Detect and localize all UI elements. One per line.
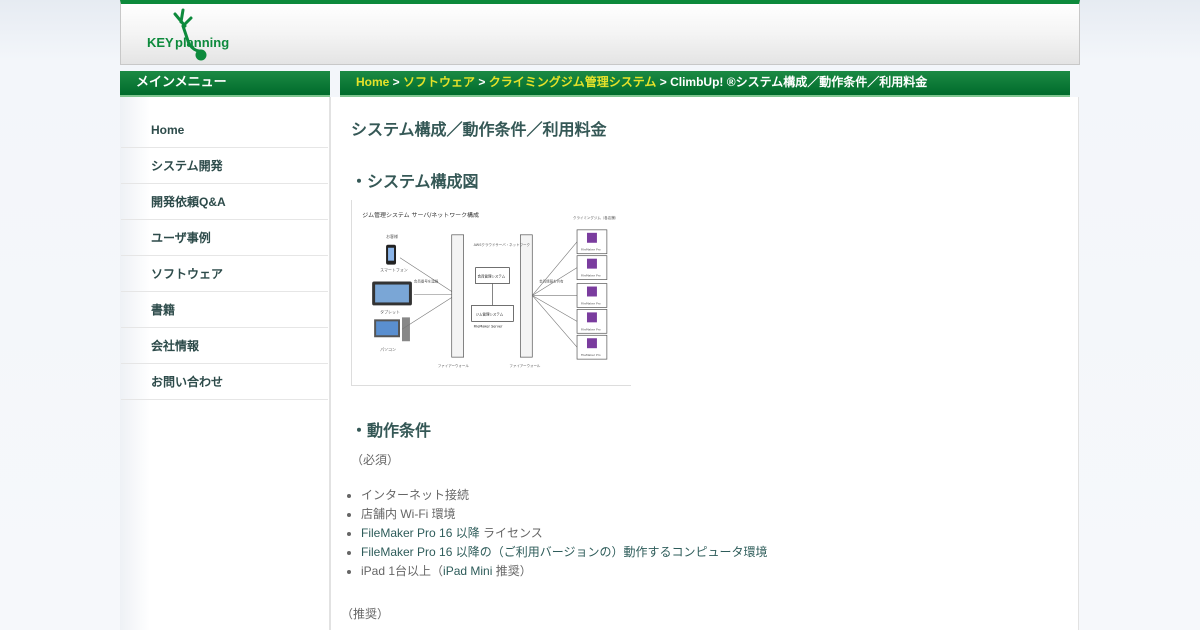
sidebar-item-contact[interactable]: お問い合わせ bbox=[121, 364, 328, 400]
diagram-box-top-label: 会員管理システム bbox=[478, 274, 506, 279]
sidebar-item-system-development[interactable]: システム開発 bbox=[121, 148, 328, 184]
sidebar-item-user-cases[interactable]: ユーザ事例 bbox=[121, 220, 328, 256]
list-item: インターネット接続 bbox=[361, 486, 767, 505]
breadcrumb-separator: > bbox=[389, 75, 404, 89]
diagram-label-customer: お客様 bbox=[386, 234, 398, 239]
ipad-mini-link[interactable]: iPad Mini bbox=[443, 564, 492, 578]
site-header: KEY planning bbox=[120, 0, 1080, 65]
recommended-label: （推奨） bbox=[341, 607, 390, 621]
filemaker-pro-link[interactable]: FileMaker Pro 16 以降 bbox=[361, 526, 480, 540]
breadcrumb-gym-system-link[interactable]: クライミングジム管理システム bbox=[489, 75, 657, 89]
filemaker-client-label: FileMaker Pro bbox=[581, 327, 601, 331]
section-heading-requirements: ・動作条件 bbox=[351, 423, 432, 440]
sidebar-item-books[interactable]: 書籍 bbox=[121, 292, 328, 328]
filemaker-clients: FileMaker Pro FileMaker Pro FileMaker Pr… bbox=[576, 229, 608, 360]
diagram-firewall-label-right: ファイアーウォール bbox=[509, 363, 541, 368]
breadcrumb-separator: > bbox=[656, 75, 671, 89]
firewall-right bbox=[519, 234, 533, 358]
diagram-title: ジム管理システム サーバ/ネットワーク構成 bbox=[362, 211, 479, 219]
requirements-list: インターネット接続 店舗内 Wi-Fi 環境 FileMaker Pro 16 … bbox=[361, 486, 767, 581]
diagram-label-computer: パソコン bbox=[380, 347, 396, 352]
list-item: 店舗内 Wi-Fi 環境 bbox=[361, 505, 767, 524]
breadcrumb-current: ClimbUp! ®システム構成／動作条件／利用料金 bbox=[670, 75, 928, 89]
diagram-label-tablet: タブレット bbox=[380, 309, 400, 314]
diagram-arrow-label-left: 会員番号を連絡 bbox=[414, 279, 439, 284]
filemaker-client-label: FileMaker Pro bbox=[581, 274, 601, 278]
sidebar-item-development-qa[interactable]: 開発依頼Q&A bbox=[121, 184, 328, 220]
main-content: システム構成／動作条件／利用料金 ・システム構成図 ジム管理システム サーバ/ネ… bbox=[330, 97, 1079, 630]
diagram-firewall-label-left: ファイアーウォール bbox=[438, 363, 470, 368]
filemaker-pro-icon bbox=[586, 258, 597, 269]
filemaker-pro-icon bbox=[586, 286, 597, 297]
list-item: iPad 1台以上（iPad Mini 推奨） bbox=[361, 562, 767, 581]
sidebar-title: メインメニュー bbox=[120, 71, 330, 97]
required-label: （必須） bbox=[351, 453, 400, 467]
diagram-right-title: クライミングジム（各店舗） bbox=[573, 215, 618, 220]
firewall-left bbox=[451, 234, 464, 358]
sidebar-item-software[interactable]: ソフトウェア bbox=[121, 256, 328, 292]
diagram-cloud-label: AWSクラウドサーバ・ネットワーク bbox=[474, 242, 531, 247]
list-item: FileMaker Pro 16 以降の（ご利用バージョンの）動作するコンピュー… bbox=[361, 543, 767, 562]
filemaker-environment-link[interactable]: FileMaker Pro 16 以降の（ご利用バージョンの）動作するコンピュー… bbox=[361, 545, 767, 559]
filemaker-pro-icon bbox=[586, 232, 597, 243]
filemaker-pro-icon bbox=[586, 338, 597, 349]
key-planning-logo[interactable]: KEY planning bbox=[145, 8, 237, 62]
breadcrumb-separator: > bbox=[475, 75, 489, 89]
sidebar: メインメニュー Home システム開発 開発依頼Q&A ユーザ事例 ソフトウェア… bbox=[120, 71, 330, 630]
sidebar-item-company[interactable]: 会社情報 bbox=[121, 328, 328, 364]
filemaker-pro-icon bbox=[586, 312, 597, 323]
breadcrumb-software-link[interactable]: ソフトウェア bbox=[403, 75, 475, 89]
filemaker-client-label: FileMaker Pro bbox=[581, 353, 601, 357]
breadcrumb: Home > ソフトウェア > クライミングジム管理システム > ClimbUp… bbox=[340, 71, 1070, 97]
section-heading-system: ・システム構成図 bbox=[351, 174, 479, 191]
page-title: システム構成／動作条件／利用料金 bbox=[351, 122, 607, 139]
diagram-box-bottom-label: ジム管理システム bbox=[476, 311, 504, 316]
sidebar-menu: Home システム開発 開発依頼Q&A ユーザ事例 ソフトウェア 書籍 会社情報… bbox=[120, 97, 330, 630]
logo-planning-text: planning bbox=[175, 35, 229, 50]
system-diagram[interactable]: ジム管理システム サーバ/ネットワーク構成 お客様 スマートフォン タブレット … bbox=[351, 200, 631, 386]
breadcrumb-home-link[interactable]: Home bbox=[356, 75, 389, 89]
sidebar-item-home[interactable]: Home bbox=[121, 112, 328, 148]
diagram-server-label: FileMaker Server bbox=[474, 324, 503, 328]
list-item: FileMaker Pro 16 以降 ライセンス bbox=[361, 524, 767, 543]
filemaker-client-label: FileMaker Pro bbox=[581, 248, 601, 252]
logo-key-text: KEY bbox=[147, 35, 174, 50]
diagram-label-smartphone: スマートフォン bbox=[380, 268, 408, 273]
filemaker-client-label: FileMaker Pro bbox=[581, 301, 601, 305]
